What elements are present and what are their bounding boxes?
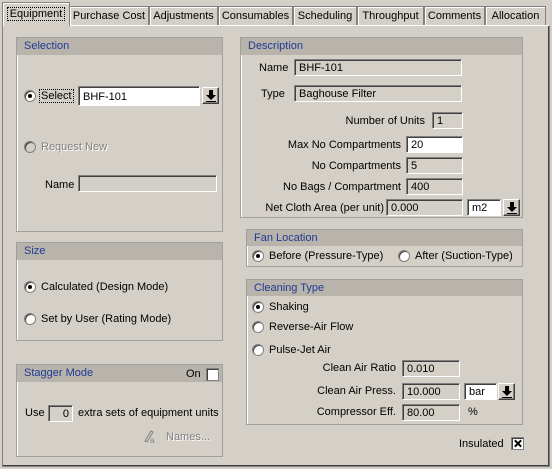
tab-label: Equipment: [6, 7, 66, 21]
reverse-air-label: Reverse-Air Flow: [269, 321, 354, 333]
cleaning-type-header: Cleaning Type: [247, 280, 522, 296]
equipment-select[interactable]: BHF-101: [78, 86, 200, 106]
selection-header: Selection: [17, 38, 222, 55]
clean-air-press-field: 10.000: [402, 383, 460, 400]
pulse-jet-label: Pulse-Jet Air: [269, 344, 331, 356]
clean-air-ratio-field: 0.010: [402, 360, 460, 377]
rating-mode-radio[interactable]: [24, 313, 36, 325]
desc-name-label: Name: [259, 62, 289, 74]
press-unit-select[interactable]: bar: [464, 383, 497, 400]
tab-purchase-cost[interactable]: Purchase Cost: [69, 6, 149, 26]
tab-allocation[interactable]: Allocation: [485, 6, 546, 26]
units-field: 1: [432, 112, 463, 129]
name-label: Name: [45, 179, 75, 191]
fan-before-radio[interactable]: [252, 250, 264, 262]
shaking-radio[interactable]: [252, 301, 264, 313]
cloth-unit-dropdown-button[interactable]: [503, 199, 520, 216]
names-button[interactable]: Names...: [166, 431, 210, 443]
calculated-label: Calculated (Design Mode): [41, 281, 169, 293]
stagger-on-checkbox[interactable]: [206, 368, 219, 381]
bags-field: 400: [406, 178, 463, 195]
select-label[interactable]: Select: [39, 89, 74, 103]
stagger-group: Stagger Mode On Use 0 extra sets of equi…: [16, 364, 223, 457]
tab-consumables[interactable]: Consumables: [218, 6, 293, 26]
rename-icon: a: [144, 430, 155, 444]
size-group: Size Calculated (Design Mode) Set by Use…: [16, 242, 223, 341]
tab-scheduling[interactable]: Scheduling: [293, 6, 357, 26]
compressor-eff-unit: %: [468, 406, 478, 418]
svg-text:a: a: [150, 436, 155, 444]
desc-name-field: BHF-101: [294, 59, 462, 76]
pulse-jet-radio[interactable]: [252, 344, 264, 356]
insulated-checkbox[interactable]: [511, 437, 524, 450]
compressor-eff-field: 80.00: [402, 404, 460, 421]
description-header: Description: [241, 38, 522, 55]
tab-comments[interactable]: Comments: [424, 6, 485, 26]
rating-mode-label: Set by User (Rating Mode): [41, 313, 172, 325]
download-arrow-icon: [502, 386, 512, 398]
fan-after-label: After (Suction-Type): [415, 250, 513, 262]
clean-air-press-label: Clean Air Press.: [317, 385, 396, 397]
max-comp-label: Max No Compartments: [287, 139, 401, 151]
tab-throughput[interactable]: Throughput: [357, 6, 424, 26]
max-comp-field[interactable]: 20: [406, 136, 463, 153]
download-arrow-icon: [507, 202, 517, 214]
units-label: Number of Units: [345, 115, 425, 127]
select-radio[interactable]: [24, 90, 36, 102]
tab-adjustments[interactable]: Adjustments: [149, 6, 218, 26]
bags-label: No Bags / Compartment: [283, 181, 401, 193]
stagger-on-label: On: [186, 368, 201, 380]
fan-location-group: Fan Location Before (Pressure-Type) Afte…: [246, 229, 523, 267]
desc-type-field: Baghouse Filter: [294, 85, 462, 102]
size-header: Size: [17, 243, 222, 260]
reverse-air-radio[interactable]: [252, 321, 264, 333]
fan-before-label: Before (Pressure-Type): [269, 250, 384, 262]
request-new-label: Request New: [41, 141, 108, 153]
shaking-label: Shaking: [269, 301, 309, 313]
compressor-eff-label: Compressor Eff.: [316, 406, 396, 418]
tab-equipment[interactable]: Equipment: [2, 2, 70, 26]
desc-type-label: Type: [261, 88, 285, 100]
comp-field: 5: [406, 157, 463, 174]
fan-location-header: Fan Location: [247, 230, 522, 246]
equipment-dropdown-button[interactable]: [202, 87, 219, 104]
extra-sets-label: extra sets of equipment units: [78, 407, 219, 419]
cloth-area-label: Net Cloth Area (per unit): [265, 202, 384, 214]
description-group: Description Name BHF-101 Type Baghouse F…: [240, 37, 523, 218]
new-name-field[interactable]: [78, 175, 217, 192]
fan-after-radio[interactable]: [398, 250, 410, 262]
insulated-label: Insulated: [459, 438, 504, 450]
comp-label: No Compartments: [311, 160, 401, 172]
press-unit-dropdown-button[interactable]: [498, 383, 515, 400]
clean-air-ratio-label: Clean Air Ratio: [322, 362, 396, 374]
selection-group: Selection Select BHF-101 Request New Nam…: [16, 37, 223, 232]
download-arrow-icon: [206, 90, 216, 102]
tab-strip: Equipment Purchase Cost Adjustments Cons…: [0, 0, 552, 26]
calculated-radio[interactable]: [24, 281, 36, 293]
cloth-area-field: 0.000: [386, 199, 463, 216]
cleaning-type-group: Cleaning Type Shaking Reverse-Air Flow P…: [246, 279, 523, 425]
cloth-unit-select[interactable]: m2: [467, 199, 501, 216]
use-label: Use: [25, 407, 45, 419]
request-new-radio[interactable]: [24, 141, 36, 153]
extra-sets-field[interactable]: 0: [48, 405, 73, 422]
